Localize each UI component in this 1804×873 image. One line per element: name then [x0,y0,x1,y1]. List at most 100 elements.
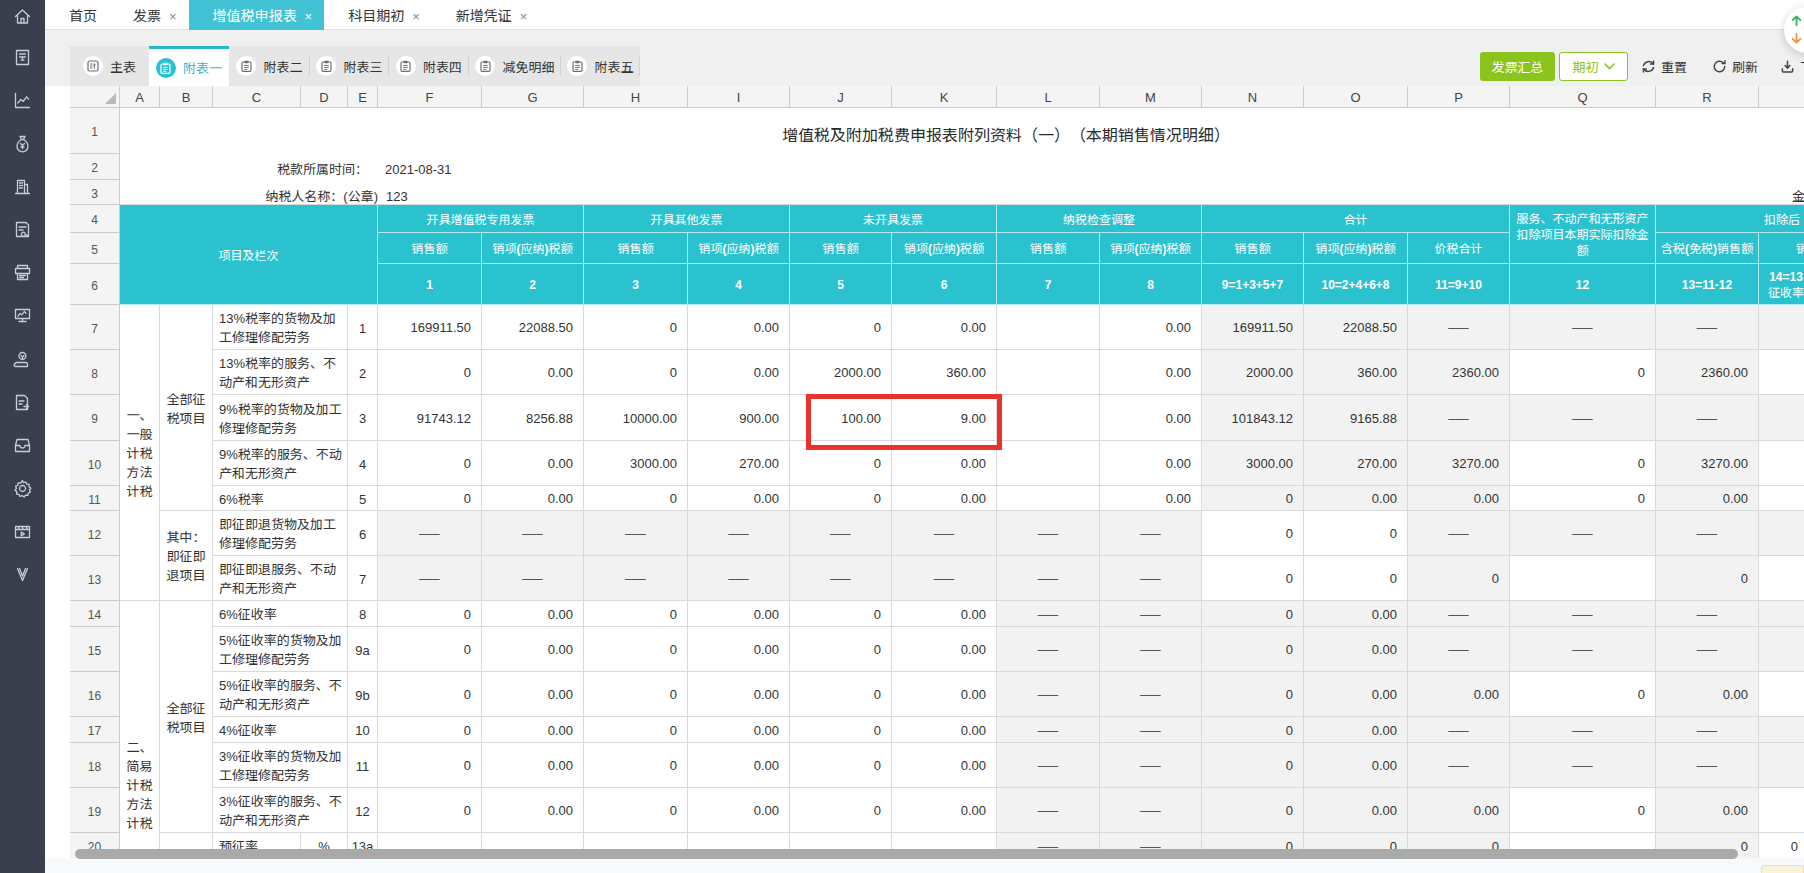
cell-H7[interactable]: 0 [584,305,688,350]
row-header-17[interactable]: 17 [70,717,120,743]
row-header-11[interactable]: 11 [70,486,120,511]
cell-I19[interactable]: 0.00 [688,788,790,833]
cell-S20[interactable]: 0 [1759,833,1804,859]
row-header-3[interactable]: 3 [70,180,120,205]
cell-Q13[interactable] [1510,556,1656,601]
sidebar-icon-dashboard[interactable] [12,305,33,326]
column-header-S[interactable] [1759,86,1804,108]
cell-Q11[interactable]: 0 [1510,486,1656,511]
top-tab-首页[interactable]: 首页 [45,0,109,30]
cell-H10[interactable]: 3000.00 [584,441,688,486]
cell-G15[interactable]: 0.00 [482,627,584,672]
cell-S8[interactable] [1759,350,1804,395]
column-header-P[interactable]: P [1408,86,1510,108]
sidebar-icon-invoice-printer[interactable] [12,262,33,283]
cell-M8[interactable]: 0.00 [1100,350,1202,395]
cell-J7[interactable]: 0 [790,305,892,350]
column-header-J[interactable]: J [790,86,892,108]
cell-K14[interactable]: 0.00 [892,601,997,627]
column-header-N[interactable]: N [1202,86,1304,108]
cell-H19[interactable]: 0 [584,788,688,833]
cell-Q16[interactable]: 0 [1510,672,1656,717]
row-header-16[interactable]: 16 [70,672,120,717]
sidebar-icon-statistics[interactable] [12,90,33,111]
column-header-E[interactable]: E [348,86,378,108]
cell-O12[interactable]: 0 [1304,511,1408,556]
cell-S11[interactable] [1759,486,1804,511]
cell-L8[interactable] [997,350,1100,395]
column-header-B[interactable]: B [160,86,213,108]
cell-S10[interactable] [1759,441,1804,486]
cell-G11[interactable]: 0.00 [482,486,584,511]
cell-H16[interactable]: 0 [584,672,688,717]
column-header-O[interactable]: O [1304,86,1408,108]
cell-K18[interactable]: 0.00 [892,743,997,788]
sidebar-icon-home[interactable] [12,6,33,27]
row-header-5[interactable]: 5 [70,233,120,264]
column-header-A[interactable]: A [120,86,160,108]
row-header-12[interactable]: 12 [70,511,120,556]
sidebar-icon-video-tutorial[interactable] [12,521,33,542]
cell-K19[interactable]: 0.00 [892,788,997,833]
sidebar-icon-report-audit[interactable] [12,219,33,240]
row-header-10[interactable]: 10 [70,441,120,486]
cell-I11[interactable]: 0.00 [688,486,790,511]
cell-F18[interactable]: 0 [378,743,482,788]
cell-M11[interactable]: 0.00 [1100,486,1202,511]
horizontal-scrollbar[interactable] [75,849,1738,859]
cell-S19[interactable] [1759,788,1804,833]
cell-J17[interactable]: 0 [790,717,892,743]
cell-F15[interactable]: 0 [378,627,482,672]
cell-Q19[interactable]: 0 [1510,788,1656,833]
row-header-14[interactable]: 14 [70,601,120,627]
cell-N13[interactable]: 0 [1202,556,1304,601]
scroll-to-top-icon[interactable] [1790,14,1803,27]
sidebar-icon-v-logo[interactable] [12,564,33,585]
sidebar-icon-money-bag[interactable] [12,133,33,154]
row-header-13[interactable]: 13 [70,556,120,601]
close-icon[interactable]: × [412,9,420,22]
cell-J14[interactable]: 0 [790,601,892,627]
cell-L11[interactable] [997,486,1100,511]
cell-H17[interactable]: 0 [584,717,688,743]
cell-F19[interactable]: 0 [378,788,482,833]
sidebar-icon-doc-export[interactable] [12,392,33,413]
cell-I17[interactable]: 0.00 [688,717,790,743]
row-header-9[interactable]: 9 [70,395,120,441]
cell-I15[interactable]: 0.00 [688,627,790,672]
row-header-19[interactable]: 19 [70,788,120,833]
cell-K8[interactable]: 360.00 [892,350,997,395]
row-header-4[interactable]: 4 [70,205,120,233]
cell-S13[interactable] [1759,556,1804,601]
cell-O13[interactable]: 0 [1304,556,1408,601]
cell-M9[interactable]: 0.00 [1100,395,1202,441]
cell-G16[interactable]: 0.00 [482,672,584,717]
cell-G8[interactable]: 0.00 [482,350,584,395]
corner-widget[interactable] [1761,865,1804,873]
sidebar-icon-archive[interactable] [12,435,33,456]
cell-F17[interactable]: 0 [378,717,482,743]
scroll-to-bottom-icon[interactable] [1790,32,1803,45]
cell-K11[interactable]: 0.00 [892,486,997,511]
cell-H18[interactable]: 0 [584,743,688,788]
cell-F7[interactable]: 169911.50 [378,305,482,350]
cell-H15[interactable]: 0 [584,627,688,672]
top-tab-发票[interactable]: 发票× [109,0,189,30]
cell-J8[interactable]: 2000.00 [790,350,892,395]
cell-N12[interactable]: 0 [1202,511,1304,556]
cell-I8[interactable]: 0.00 [688,350,790,395]
cell-G9[interactable]: 8256.88 [482,395,584,441]
cell-I18[interactable]: 0.00 [688,743,790,788]
cell-F14[interactable]: 0 [378,601,482,627]
column-header-H[interactable]: H [584,86,688,108]
cell-F8[interactable]: 0 [378,350,482,395]
cell-J15[interactable]: 0 [790,627,892,672]
cell-H9[interactable]: 10000.00 [584,395,688,441]
sidebar-icon-settings[interactable] [12,478,33,499]
cell-J16[interactable]: 0 [790,672,892,717]
cell-L10[interactable] [997,441,1100,486]
cell-J18[interactable]: 0 [790,743,892,788]
cell-G19[interactable]: 0.00 [482,788,584,833]
row-header-15[interactable]: 15 [70,627,120,672]
cell-S16[interactable] [1759,672,1804,717]
